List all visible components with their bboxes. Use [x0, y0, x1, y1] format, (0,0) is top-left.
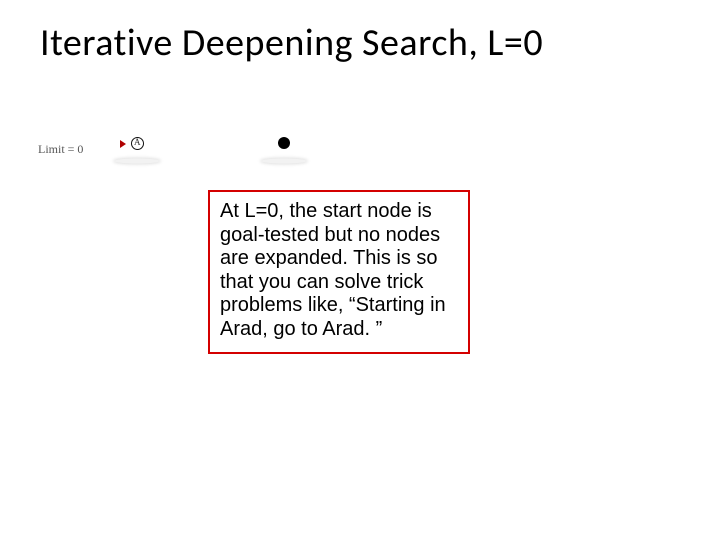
limit-label: Limit = 0 — [38, 142, 83, 157]
node-label: A — [134, 137, 141, 147]
node-shadow — [262, 159, 306, 164]
node-shadow — [115, 159, 159, 164]
start-node-filled — [278, 137, 290, 149]
arrow-icon — [120, 140, 126, 148]
start-node-open: A — [131, 137, 144, 150]
explanation-callout: At L=0, the start node is goal-tested bu… — [208, 190, 470, 354]
slide-title: Iterative Deepening Search, L=0 — [40, 20, 700, 66]
slide: Iterative Deepening Search, L=0 Limit = … — [0, 0, 720, 540]
